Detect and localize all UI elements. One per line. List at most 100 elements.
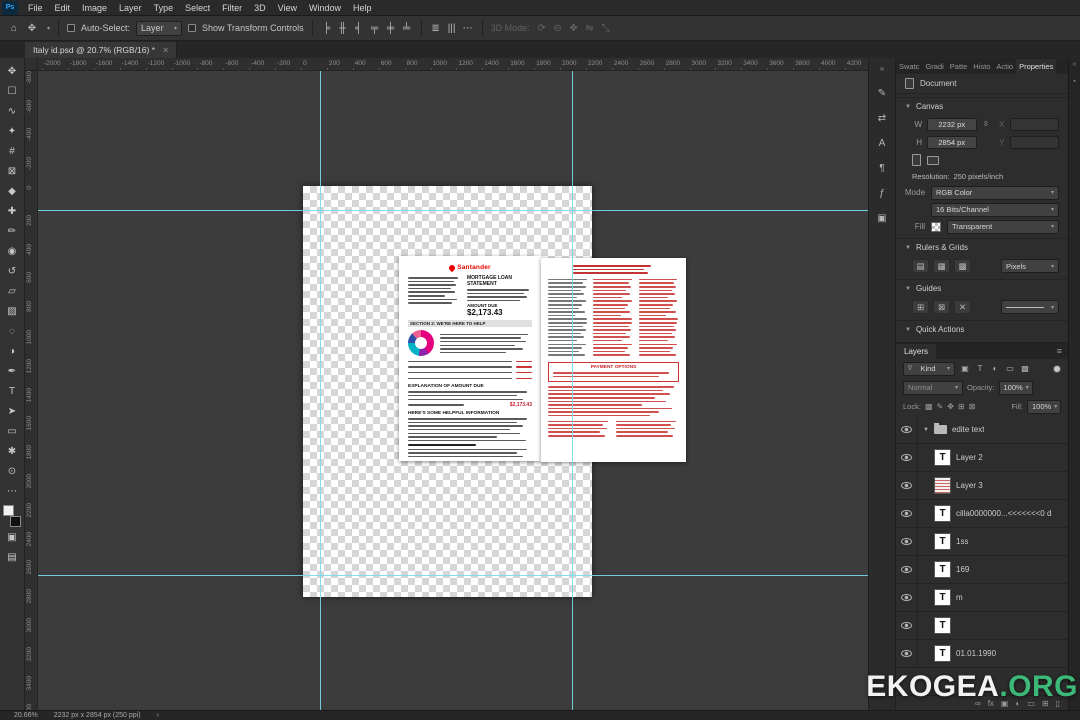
distribute-vertical-icon[interactable]: ≣	[430, 23, 442, 34]
filter-smart-objects-icon[interactable]: ▩	[1019, 364, 1031, 373]
layer-filter-select[interactable]: ∇ Kind ▾	[903, 361, 955, 376]
eraser-tool[interactable]: ▱	[1, 281, 24, 301]
tab-swatches[interactable]: Swatc	[896, 59, 922, 74]
statement-page-1[interactable]: Santander MORTGAGE LOAN STATEMENT AMOUNT…	[399, 256, 541, 461]
visibility-cell[interactable]	[896, 528, 918, 555]
pen-tool[interactable]: ✒	[1, 361, 24, 381]
eyedropper-tool[interactable]: ◆	[1, 181, 24, 201]
guide-style-select[interactable]: ▾	[1001, 300, 1059, 314]
glyphs-panel-icon[interactable]: ƒ	[872, 185, 892, 201]
layer-row[interactable]: T 169	[896, 556, 1068, 584]
lock-guides-icon[interactable]: ⊠	[933, 300, 950, 314]
eye-icon[interactable]	[901, 454, 912, 461]
menu-filter[interactable]: Filter	[216, 3, 248, 13]
align-right-edges-icon[interactable]: ╡	[353, 23, 365, 34]
filter-pixel-layers-icon[interactable]: ▣	[959, 364, 971, 373]
menu-window[interactable]: Window	[303, 3, 347, 13]
toggle-pixel-grid-icon[interactable]: ▩	[954, 259, 971, 273]
guide-horizontal-2[interactable]	[38, 575, 868, 576]
visibility-cell[interactable]	[896, 612, 918, 639]
align-horizontal-centers-icon[interactable]: ╫	[337, 23, 349, 34]
blend-mode-select[interactable]: Normal ▾	[903, 380, 963, 395]
menu-type[interactable]: Type	[148, 3, 180, 13]
lock-pixels-icon[interactable]: ✎	[937, 402, 944, 411]
brush-tool[interactable]: ✏	[1, 221, 24, 241]
layer-row[interactable]: T 01.01.1990	[896, 640, 1068, 668]
spot-healing-brush-tool[interactable]: ✚	[1, 201, 24, 221]
menu-image[interactable]: Image	[76, 3, 113, 13]
lock-transparency-icon[interactable]: ▩	[925, 402, 933, 411]
portrait-orientation-button[interactable]	[912, 154, 921, 166]
chevron-down-icon[interactable]: ▼	[905, 104, 911, 110]
eye-icon[interactable]	[901, 594, 912, 601]
lock-all-icon[interactable]: ⊠	[969, 402, 976, 411]
eye-icon[interactable]	[901, 482, 912, 489]
eye-icon[interactable]	[901, 622, 912, 629]
lock-artboard-icon[interactable]: ⊞	[958, 402, 965, 411]
object-selection-tool[interactable]: ✦	[1, 121, 24, 141]
width-field[interactable]: 2232 px	[927, 117, 977, 131]
filter-adjustment-layers-icon[interactable]: ◐	[989, 364, 1001, 373]
layer-row-body[interactable]: ▼ edite text	[918, 416, 1068, 443]
tab-properties[interactable]: Properties	[1016, 59, 1057, 74]
layer-row-body[interactable]: T 01.01.1990	[918, 640, 1068, 667]
menu-edit[interactable]: Edit	[49, 3, 77, 13]
layer-row-body[interactable]: Tm	[918, 584, 1068, 611]
zoom-level[interactable]: 20.66%	[14, 712, 38, 719]
eye-icon[interactable]	[901, 510, 912, 517]
background-color-swatch[interactable]	[10, 516, 21, 527]
layer-row-body[interactable]: Layer 3	[918, 472, 1068, 499]
3d-orbit-icon[interactable]: ⟳	[536, 23, 548, 34]
more-align-options-icon[interactable]: ⋯	[462, 23, 474, 34]
visibility-cell[interactable]	[896, 500, 918, 527]
menu-view[interactable]: View	[272, 3, 303, 13]
libraries-panel-icon[interactable]: ▣	[872, 210, 892, 226]
3d-roll-icon[interactable]: ⊖	[552, 23, 564, 34]
3d-pan-icon[interactable]: ✥	[568, 23, 580, 34]
horizontal-type-tool[interactable]: T	[1, 381, 24, 401]
visibility-cell[interactable]	[896, 584, 918, 611]
hand-tool[interactable]: ✱	[1, 441, 24, 461]
layer-row[interactable]: Tm	[896, 584, 1068, 612]
expand-dock-icon[interactable]: »	[872, 60, 892, 76]
auto-select-target-select[interactable]: Layer ▾	[136, 20, 183, 36]
foreground-color-swatch[interactable]	[3, 505, 14, 516]
move-tool[interactable]: ✥	[1, 61, 24, 81]
filter-type-layers-icon[interactable]: T	[974, 364, 986, 373]
chevron-down-icon[interactable]: ▼	[905, 327, 911, 333]
new-guide-layout-icon[interactable]: ⊞	[912, 300, 929, 314]
menu-help[interactable]: Help	[347, 3, 378, 13]
lasso-tool[interactable]: ∿	[1, 101, 24, 121]
canvas-area[interactable]: -2000 -1800 -1600 -1400 -1200 -1000 -800 -600 -4…	[25, 58, 868, 710]
paragraph-panel-icon[interactable]: ¶	[872, 160, 892, 176]
current-tool-icon[interactable]: ✥	[26, 23, 38, 34]
ruler-origin-corner[interactable]	[25, 58, 38, 71]
show-transform-checkbox[interactable]	[188, 24, 197, 32]
filter-shape-layers-icon[interactable]: ▭	[1004, 364, 1016, 373]
tab-patterns[interactable]: Patte	[947, 59, 971, 74]
layer-row[interactable]: ▼ edite text	[896, 416, 1068, 444]
clear-guides-icon[interactable]: ✕	[954, 300, 971, 314]
align-top-edges-icon[interactable]: ╤	[369, 23, 381, 34]
quick-mask-button[interactable]: ▣	[1, 527, 24, 547]
visibility-cell[interactable]	[896, 640, 918, 667]
ruler-left[interactable]: -800 -600 -400 -200 0 200 400 600 800 1000 1200 140…	[25, 71, 38, 710]
layer-row[interactable]: Tcilla0000000...<<<<<<<0 d	[896, 500, 1068, 528]
layer-filter-toggle[interactable]	[1053, 364, 1061, 373]
align-left-edges-icon[interactable]: ╞	[321, 23, 333, 34]
guide-vertical-2[interactable]	[572, 71, 573, 710]
layer-row-body[interactable]: T Layer 2	[918, 444, 1068, 471]
align-vertical-centers-icon[interactable]: ╪	[385, 23, 397, 34]
layer-row-body[interactable]: Tcilla0000000...<<<<<<<0 d	[918, 500, 1068, 527]
status-arrow-icon[interactable]: ›	[157, 712, 159, 719]
crop-tool[interactable]: #	[1, 141, 24, 161]
toggle-rulers-icon[interactable]: ▤	[912, 259, 929, 273]
zoom-tool[interactable]: ⊙	[1, 461, 24, 481]
clone-stamp-tool[interactable]: ◉	[1, 241, 24, 261]
layer-row[interactable]: T	[896, 612, 1068, 640]
canvas-fill-select[interactable]: Transparent ▾	[947, 219, 1059, 234]
layer-row-body[interactable]: T	[918, 612, 1068, 639]
close-tab-icon[interactable]: ×	[163, 45, 168, 55]
document-tab[interactable]: Italy id.psd @ 20.7% (RGB/16) * ×	[25, 42, 178, 58]
layer-row[interactable]: Layer 3	[896, 472, 1068, 500]
